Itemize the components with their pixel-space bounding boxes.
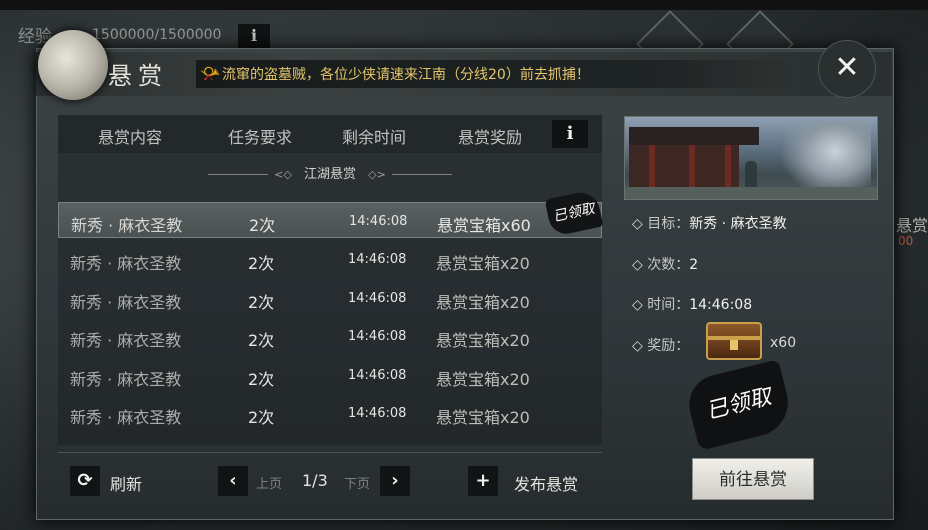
publish-bounty-button[interactable]: 发布悬赏 [514,471,578,495]
detail-reward-value: x60 [770,335,797,351]
table-row[interactable]: 新秀 · 麻衣圣教 2次 14:46:08 悬赏宝箱x20 [58,241,602,277]
column-header-requirement: 任务要求 [228,128,293,147]
row-name: 新秀 · 麻衣圣教 [70,408,182,427]
detail-target-value: 新秀 · 麻衣圣教 [689,216,787,232]
table-row[interactable]: 新秀 · 麻衣圣教 2次 14:46:08 悬赏宝箱x20 [58,280,602,316]
preview-roof [629,127,759,145]
notice-text: 流窜的盗墓贼，各位少侠请速来江南（分线20）前去抓捕！ [222,67,590,83]
page-indicator: 1/3 [302,471,328,490]
detail-time: ◇ 时间：14:46:08 [632,297,753,313]
prev-page-label: 上页 [256,477,283,492]
plus-icon[interactable]: + [468,466,498,496]
column-header-content: 悬赏内容 [98,128,163,147]
row-name: 新秀 · 麻衣圣教 [70,331,182,350]
table-row[interactable]: 新秀 · 麻衣圣教 2次 14:46:08 悬赏宝箱x20 [58,395,602,431]
refresh-icon[interactable]: ⟳ [70,466,100,496]
detail-time-value: 14:46:08 [689,297,753,313]
detail-reward: ◇ 奖励： [632,338,690,354]
footer-divider [58,452,602,453]
prev-page-button[interactable]: ‹ [218,466,248,496]
row-name: 新秀 · 麻衣圣教 [70,254,182,273]
row-time: 14:46:08 [348,368,407,383]
row-time: 14:46:08 [348,291,407,306]
detail-count-value: 2 [689,257,699,273]
next-page-button[interactable]: › [380,466,410,496]
exp-value: 1500000/1500000 [92,27,222,43]
detail-target: ◇ 目标：新秀 · 麻衣圣教 [632,216,787,232]
row-time: 14:46:08 [348,252,407,267]
edge-text: 悬赏 [896,216,928,235]
table-row[interactable]: 新秀 · 麻衣圣教 2次 14:46:08 悬赏宝箱x60 [58,202,602,238]
row-time: 14:46:08 [349,214,408,229]
row-reward: 悬赏宝箱x20 [436,331,530,350]
row-name: 新秀 · 麻衣圣教 [70,370,182,389]
horn-icon: 📯 [200,64,220,83]
top-strip [0,0,928,10]
detail-count: ◇ 次数：2 [632,257,699,273]
section-deco-left: <◇ [274,168,292,181]
exp-info-button[interactable]: i [238,24,270,48]
row-reward: 悬赏宝箱x20 [436,408,530,427]
row-count: 2次 [248,254,275,273]
row-reward: 悬赏宝箱x60 [437,216,531,235]
row-time: 14:46:08 [348,406,407,421]
table-row[interactable]: 新秀 · 麻衣圣教 2次 14:46:08 悬赏宝箱x20 [58,318,602,354]
detail-time-label: 时间： [647,297,690,313]
row-reward: 悬赏宝箱x20 [436,254,530,273]
edge-number: 00 [898,234,914,248]
preview-ground [625,187,877,199]
section-line-right [391,174,452,175]
preview-snow-tree [781,121,871,197]
row-name: 新秀 · 麻衣圣教 [70,293,182,312]
refresh-button[interactable]: 刷新 [110,471,142,495]
section-deco-right: ◇> [368,168,386,181]
row-count: 2次 [248,293,275,312]
row-reward: 悬赏宝箱x20 [436,293,530,312]
detail-count-label: 次数： [647,257,690,273]
detail-reward-label: 奖励： [647,338,690,354]
row-count: 2次 [248,370,275,389]
section-title-text: 江湖悬赏 [303,167,356,182]
chest-lock [730,340,738,350]
row-name: 新秀 · 麻衣圣教 [71,216,183,235]
info-button[interactable]: i [552,120,588,148]
row-count: 2次 [248,408,275,427]
column-header-reward: 悬赏奖励 [458,128,523,147]
row-count: 2次 [248,331,275,350]
table-row[interactable]: 新秀 · 麻衣圣教 2次 14:46:08 悬赏宝箱x20 [58,357,602,393]
row-reward: 悬赏宝箱x20 [436,370,530,389]
column-header-remaining-time: 剩余时间 [342,128,407,147]
moon-emblem-icon [38,30,108,100]
treasure-chest-icon [706,322,762,360]
section-title: <◇ 江湖悬赏 ◇> [58,163,602,182]
row-time: 14:46:08 [348,329,407,344]
panel-title: 悬赏 [108,62,168,90]
close-button[interactable]: ✕ [818,40,876,98]
go-to-bounty-button[interactable]: 前往悬赏 [692,458,814,500]
section-line-left [208,174,269,175]
target-preview-image [624,116,878,200]
row-count: 2次 [249,216,276,235]
detail-target-label: 目标： [647,216,690,232]
next-page-label: 下页 [344,477,371,492]
